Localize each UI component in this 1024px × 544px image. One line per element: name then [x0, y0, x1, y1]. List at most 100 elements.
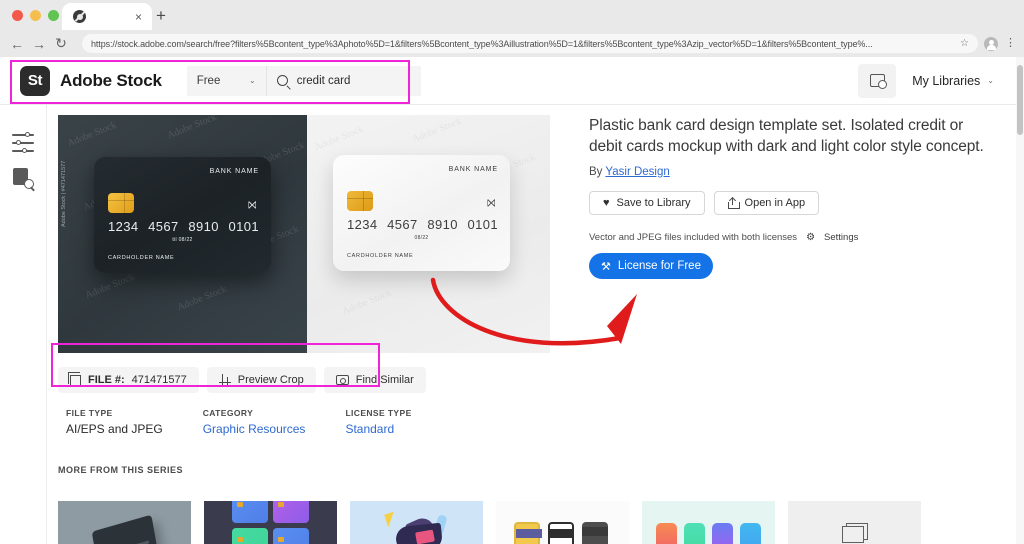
search-input[interactable]: credit card — [266, 65, 421, 96]
card-digit-group: 1234 — [108, 219, 139, 234]
file-number-label: FILE #: — [88, 374, 125, 386]
contactless-icon: ⧖ — [484, 198, 500, 208]
crop-icon — [218, 374, 231, 386]
tab-close-icon[interactable]: × — [135, 11, 142, 23]
preview-crop-label: Preview Crop — [237, 374, 304, 386]
save-to-library-button[interactable]: ♥ Save to Library — [589, 191, 705, 215]
meta-value-link[interactable]: Graphic Resources — [203, 422, 306, 436]
new-tab-button[interactable]: + — [156, 7, 166, 24]
cart-icon: ⚒ — [601, 260, 611, 273]
open-in-app-button[interactable]: Open in App — [713, 191, 820, 215]
thumb-vertical-gradient-cards[interactable] — [642, 501, 775, 544]
brand-logo-group[interactable]: St Adobe Stock — [20, 65, 162, 96]
save-to-library-label: Save to Library — [616, 197, 691, 209]
card-chip-icon — [347, 191, 373, 211]
contactless-icon: ⧖ — [245, 200, 261, 210]
page-scrollbar[interactable] — [1016, 57, 1024, 544]
meta-value-link[interactable]: Standard — [345, 422, 411, 436]
byline: By Yasir Design — [589, 166, 989, 178]
dark-card-expiry: til 08/22 — [172, 237, 193, 243]
card-chip-icon — [108, 193, 134, 213]
watermark: Adobe Stock — [312, 123, 366, 154]
watermark: Adobe Stock — [83, 271, 137, 302]
visual-search-button[interactable] — [858, 63, 897, 98]
meta-column-file-type: FILE TYPE AI/EPS and JPEG — [66, 408, 163, 436]
watermark-side-code: Adobe Stock | #471471577 — [61, 160, 67, 227]
maximize-window-button[interactable] — [48, 10, 59, 21]
copy-icon — [67, 372, 81, 386]
watermark: Adobe Stock — [175, 283, 229, 314]
content-filter-value: Free — [196, 74, 221, 87]
content-filter-dropdown[interactable]: Free ⌄ — [186, 65, 267, 96]
light-card-bank-name: BANK NAME — [448, 166, 498, 173]
license-for-free-label: License for Free — [617, 260, 701, 272]
series-heading: MORE FROM THIS SERIES — [58, 465, 184, 475]
asset-preview[interactable]: Adobe Stock Adobe Stock Adobe Stock Adob… — [58, 115, 550, 353]
file-action-buttons: FILE #: 471471577 Preview Crop Find Simi… — [58, 367, 426, 393]
asset-meta-strip: FILE TYPE AI/EPS and JPEG CATEGORY Graph… — [58, 402, 424, 444]
license-note-text: Vector and JPEG files included with both… — [589, 232, 798, 243]
chevron-down-icon: ⌄ — [987, 76, 994, 85]
screenshot-root: × + ← → ↻ https://stock.adobe.com/search… — [0, 0, 1024, 544]
meta-column-license-type: LICENSE TYPE Standard — [345, 408, 411, 436]
forward-button[interactable]: → — [28, 36, 50, 52]
author-link[interactable]: Yasir Design — [605, 166, 669, 178]
open-in-app-icon — [727, 196, 740, 209]
stack-icon — [841, 522, 868, 543]
adobe-stock-logo-icon: St — [20, 65, 50, 96]
browser-toolbar: ← → ↻ https://stock.adobe.com/search/fre… — [0, 30, 1024, 57]
image-search-icon[interactable] — [12, 167, 35, 192]
profile-avatar[interactable] — [984, 36, 998, 51]
page-viewport: St Adobe Stock Free ⌄ credit card My Lib… — [0, 57, 1024, 544]
dark-card-digits: 1234 4567 8910 0101 — [108, 219, 259, 234]
bookmark-star-icon[interactable]: ☆ — [960, 38, 969, 49]
series-thumbnail-row: See More — [58, 501, 921, 544]
card-digit-group: 8910 — [427, 217, 458, 232]
filters-icon[interactable] — [12, 131, 34, 153]
my-libraries-label: My Libraries — [912, 73, 981, 88]
chevron-down-icon: ⌄ — [249, 76, 256, 85]
tab-favicon-icon — [73, 10, 86, 23]
find-similar-label: Find Similar — [355, 374, 414, 386]
close-window-button[interactable] — [12, 10, 23, 21]
browser-menu-icon[interactable]: ⋮ — [1005, 38, 1016, 48]
page-title: Plastic bank card design template set. I… — [589, 117, 984, 155]
dark-card-bank-name: BANK NAME — [209, 168, 259, 175]
meta-value: AI/EPS and JPEG — [66, 422, 163, 436]
thumb-isometric-dark-card[interactable] — [58, 501, 191, 544]
file-number-value: 471471577 — [131, 374, 187, 386]
page-scrollbar-thumb[interactable] — [1017, 65, 1023, 135]
thumb-illustration-rocket[interactable] — [350, 501, 483, 544]
license-for-free-button[interactable]: ⚒ License for Free — [589, 253, 713, 279]
gear-icon[interactable]: ⚙ — [806, 232, 815, 243]
open-in-app-label: Open in App — [744, 197, 806, 209]
back-button[interactable]: ← — [6, 36, 28, 52]
browser-tab[interactable]: × — [62, 3, 152, 30]
address-bar[interactable]: https://stock.adobe.com/search/free?filt… — [82, 34, 978, 53]
search-cluster: Free ⌄ credit card — [186, 65, 421, 96]
settings-link[interactable]: Settings — [824, 232, 858, 243]
asset-preview-dark: Adobe Stock Adobe Stock Adobe Stock Adob… — [58, 115, 307, 353]
see-more-button[interactable]: See More — [788, 501, 921, 544]
window-controls[interactable] — [12, 10, 59, 21]
meta-label: FILE TYPE — [66, 408, 113, 418]
minimize-window-button[interactable] — [30, 10, 41, 21]
find-similar-button[interactable]: Find Similar — [323, 367, 426, 393]
search-icon — [276, 75, 288, 86]
asset-preview-light: Adobe Stock Adobe Stock Adobe Stock Adob… — [307, 115, 550, 353]
left-rail — [0, 105, 47, 544]
reload-button[interactable]: ↻ — [50, 35, 72, 52]
card-digit-group: 1234 — [347, 217, 378, 232]
license-note-row: Vector and JPEG files included with both… — [589, 232, 989, 243]
thumb-card-color-grid[interactable] — [204, 501, 337, 544]
preview-crop-button[interactable]: Preview Crop — [206, 367, 316, 393]
adobe-stock-header: St Adobe Stock Free ⌄ credit card My Lib… — [0, 57, 1016, 105]
file-number-button[interactable]: FILE #: 471471577 — [58, 367, 199, 393]
my-libraries-dropdown[interactable]: My Libraries ⌄ — [912, 74, 994, 88]
thumb-card-icon-set[interactable] — [496, 501, 629, 544]
header-right-group: My Libraries ⌄ — [858, 63, 994, 98]
light-card-expiry: 08/22 — [414, 235, 429, 241]
camera-icon — [335, 375, 349, 385]
card-digit-group: 0101 — [467, 217, 498, 232]
meta-label: CATEGORY — [202, 408, 254, 418]
